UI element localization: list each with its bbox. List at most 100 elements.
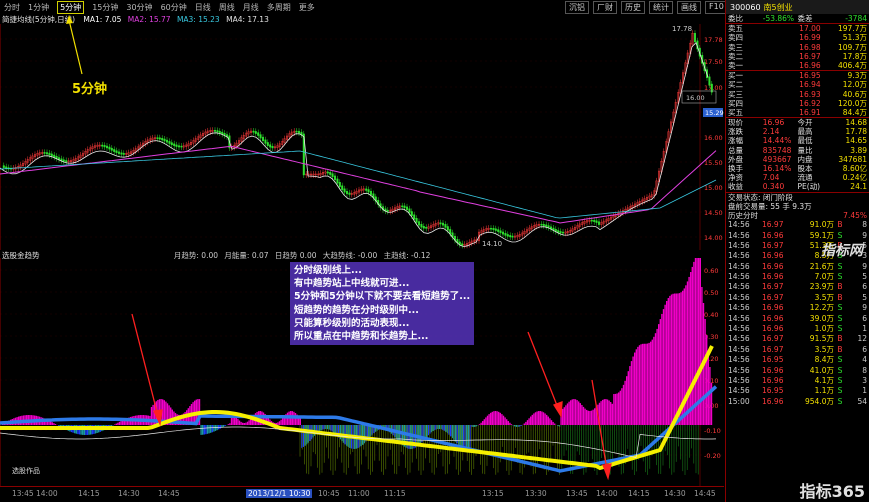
tick-price: 16.96 [762, 230, 784, 240]
stock-name: 南5创业 [763, 2, 793, 12]
annotation-5min: 5分钟 [72, 82, 108, 97]
tick-price: 16.96 [762, 324, 784, 334]
tick-price: 16.96 [762, 396, 784, 406]
tick-direction: S [837, 272, 843, 282]
status-text-3: 历史分时 [728, 210, 758, 220]
bid-row-label: 买三 [728, 89, 743, 99]
tick-count: 6 [862, 344, 867, 354]
candle-body [540, 223, 543, 226]
annotation-note-line: 只能算秒级别的活动表现... [294, 317, 410, 329]
annotation-note-line: 短趋势的趋势在分时级别中... [294, 304, 419, 316]
time-axis-label: 13:45 [12, 489, 34, 498]
candle-body [413, 214, 416, 220]
tick-row: 14:56 16.96 7.0万 S 5 [726, 272, 869, 282]
tick-volume: 39.0万 [809, 313, 834, 323]
tick-row: 14:56 16.96 12.2万 S 9 [726, 303, 869, 313]
toolbar-button-0[interactable]: 沉铝 [565, 1, 589, 14]
candle-body [269, 144, 272, 148]
stat-value: 17.78 [845, 127, 867, 137]
tick-direction: S [837, 375, 843, 385]
candle-body [117, 151, 120, 154]
status-text-1: 交易状态: 闭门阶段 [728, 192, 793, 202]
tick-count: 1 [862, 386, 867, 396]
tick-count: 5 [862, 292, 867, 302]
tab-period-9[interactable]: 多周期 [267, 2, 291, 13]
stat-value: 14.65 [845, 136, 867, 146]
tab-period-3[interactable]: 15分钟 [92, 2, 118, 13]
ma-line-white [0, 41, 709, 248]
tick-time: 14:56 [728, 313, 750, 323]
tab-period-2[interactable]: 5分钟 [57, 0, 85, 14]
toolbar-button-4[interactable]: 画线 [677, 1, 701, 14]
tab-period-10[interactable]: 更多 [299, 2, 315, 13]
tab-period-4[interactable]: 30分钟 [126, 2, 152, 13]
tick-direction: S [837, 355, 843, 365]
tick-row: 14:56 16.96 39.0万 S 6 [726, 314, 869, 324]
candle-body [593, 220, 596, 222]
tick-row: 14:56 16.97 3.5万 B 5 [726, 293, 869, 303]
tick-row: 14:56 16.97 91.0万 B 8 [726, 220, 869, 230]
time-axis: 13:45 14:00 14:15 14:30 14:45 2013/12/1 10:30… [0, 486, 724, 502]
time-axis-label: 10:45 [318, 489, 340, 498]
time-axis-label: 14:30 [118, 489, 140, 498]
ma-line-pink [0, 145, 717, 224]
candle-body [386, 209, 389, 212]
stats-row: 涨跌 2.14 最高 17.78 [726, 127, 869, 136]
tick-count: 3 [862, 375, 867, 385]
ask-row-label: 卖四 [728, 33, 743, 43]
candle-body [425, 227, 428, 229]
tab-period-8[interactable]: 月线 [243, 2, 259, 13]
stat-label: 股本 [797, 164, 813, 173]
tick-time: 14:56 [728, 230, 750, 240]
tick-price: 16.95 [762, 355, 784, 365]
annotation-notes: 分时级别线上... 有中趋势站上中线就可进... 5分钟和5分钟以下就不要去看短趋势… [290, 262, 475, 346]
tick-row: 15:00 16.96 954.0万 S 54 [726, 397, 869, 407]
watermark-bottom: 指标365 [799, 482, 865, 501]
tab-period-5[interactable]: 60分钟 [161, 2, 187, 13]
kline-axis-label: 15.50 [704, 159, 723, 167]
stats-row: 外盘 493667 内盘 347681 [726, 155, 869, 164]
tab-period-1[interactable]: 1分钟 [28, 2, 49, 13]
tab-period-7[interactable]: 周线 [219, 2, 235, 13]
tick-volume: 91.5万 [809, 334, 834, 344]
ask-row-label: 卖二 [728, 51, 743, 61]
candlestick-chart[interactable]: 17.7817.5017.0016.5016.0015.5015.0014.50… [0, 24, 724, 250]
toolbar-button-2[interactable]: 历史 [621, 1, 645, 14]
toolbar-button-3[interactable]: 统计 [649, 1, 673, 14]
candle-body [122, 153, 125, 155]
arrow-3-line [591, 379, 608, 471]
candle-body [46, 152, 49, 155]
ask-row-volume: 197.7万 [838, 24, 867, 34]
stats-row: 总量 835748 量比 3.89 [726, 146, 869, 155]
candle-body [415, 218, 418, 223]
tab-period-0[interactable]: 分时 [4, 2, 20, 13]
candle-body [370, 190, 373, 195]
kline-axis-label: 17.78 [704, 36, 723, 44]
candle-body [165, 139, 168, 143]
tick-time: 14:56 [728, 375, 750, 385]
bid-row-volume: 40.6万 [842, 89, 867, 99]
candle-body [218, 130, 221, 134]
bid-row: 买四 16.92 120.0万 [726, 99, 869, 108]
tick-price: 16.96 [762, 251, 784, 261]
annotation-note-line: 有中趋势站上中线就可进... [294, 278, 410, 290]
candle-body [542, 224, 545, 226]
tick-time: 14:56 [728, 272, 750, 282]
bid-row-price: 16.92 [799, 98, 821, 108]
ask-row-price: 16.99 [799, 33, 821, 43]
arrow-2-head [553, 401, 563, 419]
tick-volume: 12.2万 [809, 303, 834, 313]
toolbar-button-1[interactable]: ㄏ财 [593, 1, 617, 14]
tab-period-6[interactable]: 日线 [195, 2, 211, 13]
candle-body [446, 226, 449, 231]
tick-volume: 3.5万 [814, 344, 834, 354]
candle-body [213, 130, 216, 132]
bid-row: 买二 16.94 12.0万 [726, 80, 869, 89]
tick-direction: S [837, 324, 843, 334]
tick-row: 14:56 16.96 1.0万 S 1 [726, 324, 869, 334]
tick-count: 5 [862, 272, 867, 282]
tick-volume: 41.0万 [809, 365, 834, 375]
tick-direction: S [837, 261, 843, 271]
tick-count: 8 [862, 220, 867, 230]
tick-volume: 1.1万 [814, 386, 834, 396]
